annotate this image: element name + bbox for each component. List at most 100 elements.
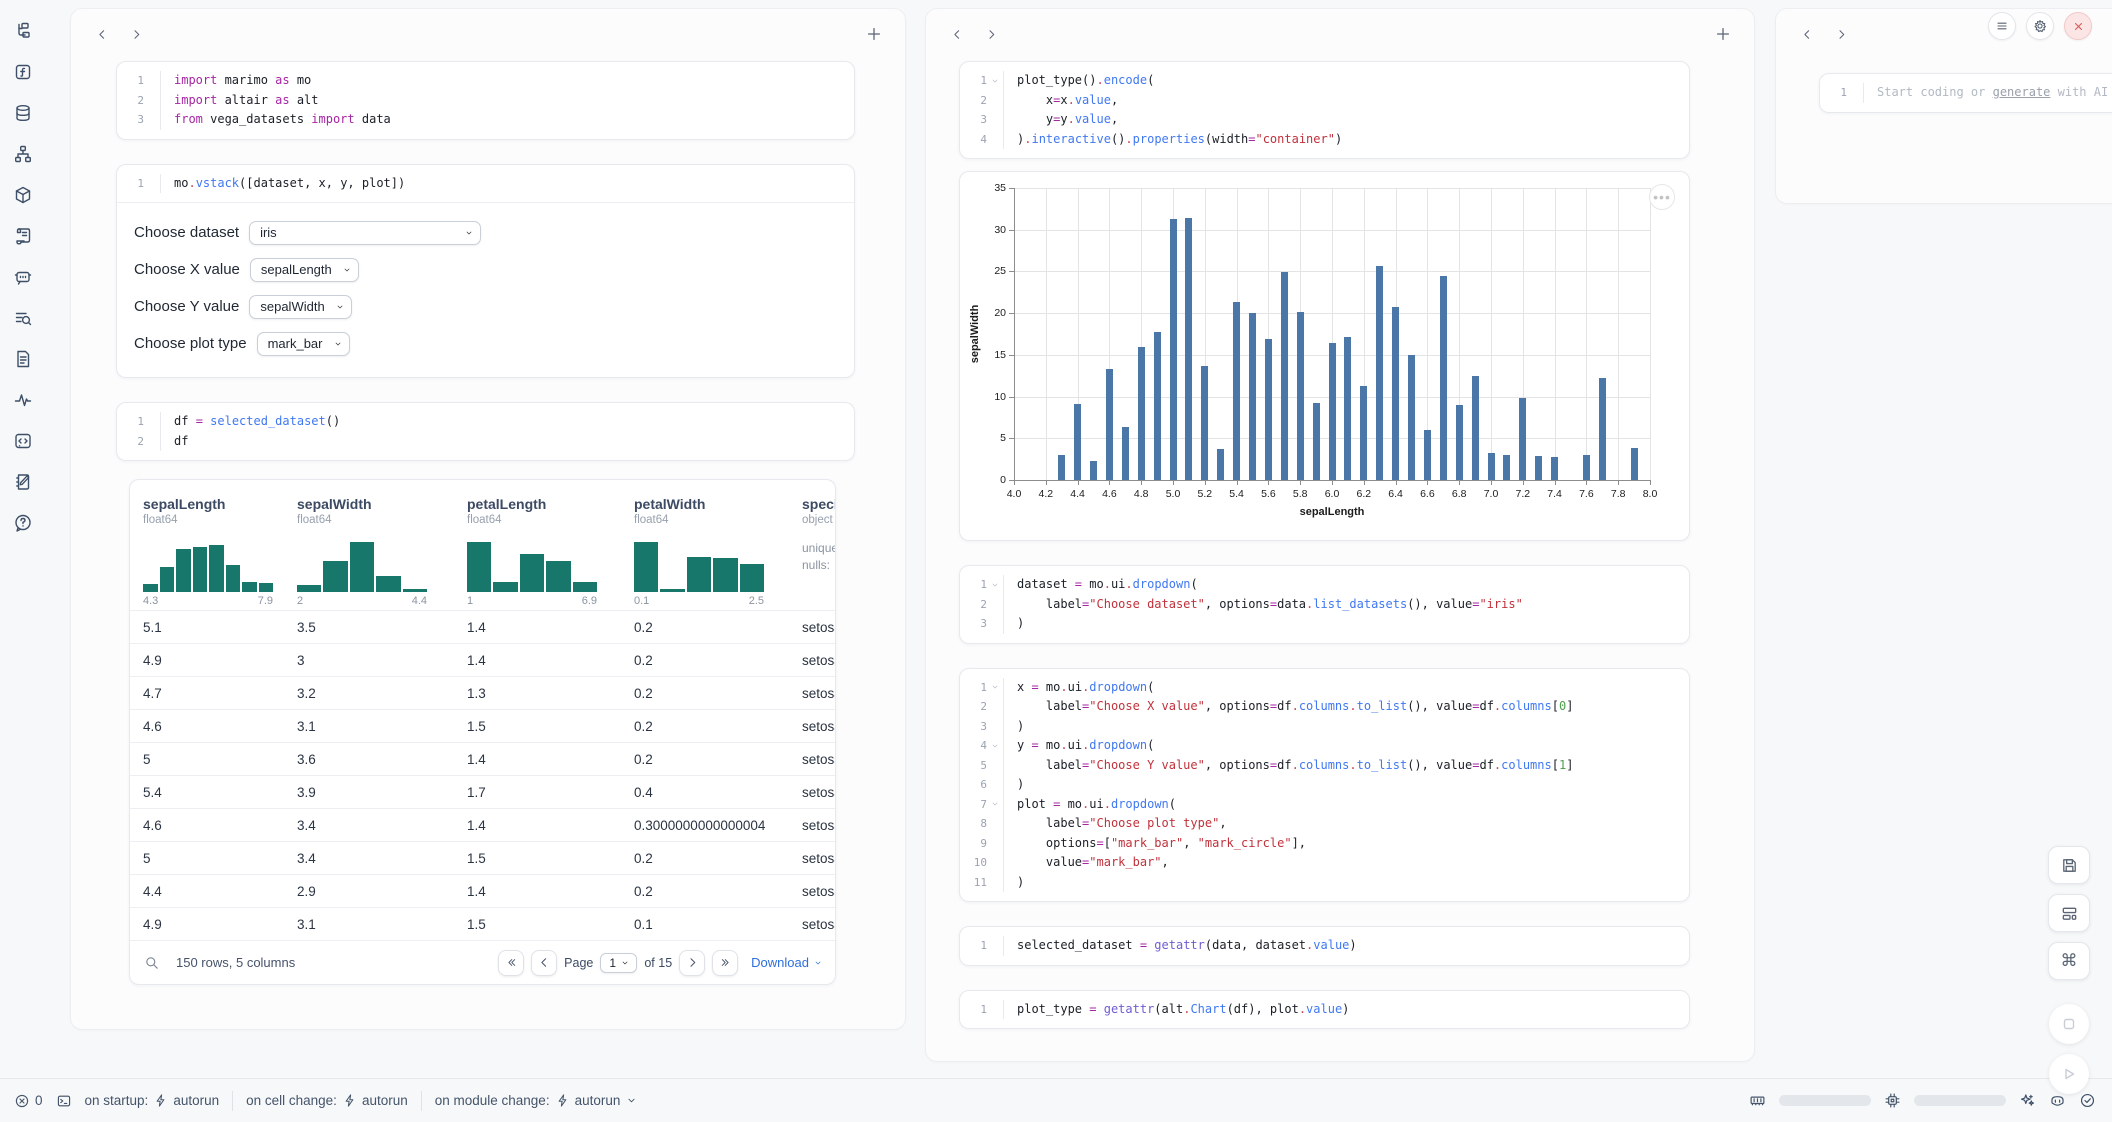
add-cell-button[interactable] — [861, 21, 887, 47]
table-cell: 1.4 — [454, 808, 621, 841]
fold-icon[interactable] — [988, 739, 1002, 753]
chart-bar — [1519, 398, 1526, 480]
on-cell-change-setting[interactable]: on cell change: autorun — [246, 1093, 408, 1108]
code-cell[interactable]: 1plot_type = getattr(alt.Chart(df), plot… — [959, 990, 1690, 1030]
on-startup-setting[interactable]: on startup: autorun — [85, 1093, 220, 1108]
code-cell[interactable]: 1selected_dataset = getattr(data, datase… — [959, 926, 1690, 966]
table-cell: 0.2 — [621, 841, 789, 874]
column-prev-button[interactable] — [1794, 21, 1820, 47]
fold-icon[interactable] — [988, 578, 1002, 592]
chart-bar — [1122, 427, 1129, 480]
download-button[interactable]: Download — [751, 955, 823, 970]
hist-min: 2 — [297, 595, 303, 607]
chart-options-button[interactable]: ••• — [1649, 184, 1675, 210]
search-icon[interactable] — [144, 955, 160, 971]
choose-plot-type-select[interactable]: mark_bar — [257, 332, 350, 356]
chart-bar — [1344, 337, 1351, 480]
prev-page-button[interactable] — [531, 950, 557, 976]
sidebar-chat-button[interactable] — [10, 264, 36, 290]
last-page-button[interactable] — [712, 950, 738, 976]
table-search-button[interactable] — [144, 955, 160, 971]
chart-bar — [1472, 376, 1479, 480]
sidebar-outline-search-button[interactable] — [10, 305, 36, 331]
code-cell[interactable]: 1dataset = mo.ui.dropdown(2 label="Choos… — [959, 565, 1690, 644]
sidebar-dependency-graph-button[interactable] — [10, 141, 36, 167]
sidebar-snippets-button[interactable] — [10, 428, 36, 454]
download-label: Download — [751, 955, 809, 970]
code-cell[interactable]: 1x = mo.ui.dropdown(2 label="Choose X va… — [959, 668, 1690, 903]
close-button[interactable] — [2064, 12, 2092, 40]
next-page-button[interactable] — [679, 950, 705, 976]
fold-icon[interactable] — [988, 797, 1002, 811]
settings-button[interactable] — [2026, 12, 2054, 40]
chart-plot-area[interactable] — [1014, 188, 1650, 480]
page-select[interactable]: 1 — [600, 953, 637, 973]
choose-x-value-select[interactable]: sepalLength — [250, 258, 359, 282]
code-cell[interactable]: 1plot_type().encode(2 x=x.value,3 y=y.va… — [959, 61, 1690, 159]
line-number: 1 — [137, 174, 144, 194]
code-cell[interactable]: 1mo.vstack([dataset, x, y, plot])Choose … — [116, 164, 855, 379]
chevron-left-icon — [1800, 27, 1815, 42]
column-name: petalWidth — [634, 496, 779, 512]
line-number: 5 — [980, 756, 987, 776]
file-explorer-icon — [13, 21, 33, 41]
terminal-button[interactable] — [56, 1088, 72, 1114]
chart-bar — [1503, 455, 1510, 480]
ram-usage-meter — [1779, 1095, 1871, 1106]
chart-bar — [1424, 430, 1431, 480]
line-number: 1 — [980, 71, 987, 91]
column-prev-button[interactable] — [89, 21, 115, 47]
fold-icon[interactable] — [988, 680, 1002, 694]
add-cell-button[interactable] — [1710, 21, 1736, 47]
dropdown-label: Choose dataset — [134, 224, 239, 241]
sidebar-tracing-button[interactable] — [10, 387, 36, 413]
terminal-icon — [56, 1093, 72, 1109]
table-cell: 0.3000000000000004 — [621, 808, 789, 841]
sidebar-scratchpad-button[interactable] — [10, 469, 36, 495]
ai-assistant-button[interactable] — [2019, 1088, 2036, 1114]
line-number: 4 — [980, 736, 987, 756]
column-prev-button[interactable] — [944, 21, 970, 47]
fold-icon[interactable] — [988, 74, 1002, 88]
divider — [232, 1091, 233, 1111]
choose-dataset-select[interactable]: iris — [249, 221, 481, 245]
x-tick-label: 6.2 — [1356, 488, 1371, 500]
sidebar-variables-button[interactable] — [10, 59, 36, 85]
sidebar-packages-button[interactable] — [10, 182, 36, 208]
errors-indicator[interactable]: 0 — [14, 1093, 43, 1109]
sidebar-help-button[interactable] — [10, 510, 36, 536]
sidebar-file-explorer-button[interactable] — [10, 18, 36, 44]
empty-code-cell[interactable]: 1Start coding or generate with AI — [1819, 73, 2112, 113]
column-next-button[interactable] — [123, 21, 149, 47]
hist-min: 4.3 — [143, 595, 158, 607]
layout-button[interactable] — [2048, 894, 2090, 932]
on-module-change-setting[interactable]: on module change: autorun — [435, 1093, 639, 1108]
page-label: Page — [564, 956, 593, 970]
x-tick-label: 6.6 — [1420, 488, 1435, 500]
chart-bar — [1408, 355, 1415, 480]
code-cell[interactable]: 1import marimo as mo2import altair as al… — [116, 61, 855, 140]
sidebar-documentation-button[interactable] — [10, 346, 36, 372]
column-next-button[interactable] — [978, 21, 1004, 47]
table-cell: 3.1 — [284, 907, 454, 940]
sidebar-datasources-button[interactable] — [10, 100, 36, 126]
variables-icon — [13, 62, 33, 82]
choose-y-value-select[interactable]: sepalWidth — [249, 295, 352, 319]
x-tick-label: 7.4 — [1547, 488, 1562, 500]
y-tick-label: 10 — [986, 391, 1006, 403]
first-page-button[interactable] — [498, 950, 524, 976]
code-cell[interactable]: 1df = selected_dataset()2df — [116, 402, 855, 461]
run-button[interactable] — [2049, 1054, 2089, 1094]
chart-bar — [1488, 453, 1495, 480]
menu-button[interactable] — [1988, 12, 2016, 40]
column-next-button[interactable] — [1828, 21, 1854, 47]
table-cell: 5 — [130, 841, 284, 874]
table-cell: 3 — [284, 643, 454, 676]
sidebar-logs-button[interactable] — [10, 223, 36, 249]
y-tick-label: 5 — [986, 432, 1006, 444]
stop-button[interactable] — [2049, 1004, 2089, 1044]
check-circle-icon — [2079, 1092, 2096, 1109]
save-button[interactable] — [2048, 846, 2090, 884]
keyboard-shortcuts-button[interactable]: ⌘ — [2048, 942, 2090, 980]
table-cell: setosa — [789, 775, 835, 808]
